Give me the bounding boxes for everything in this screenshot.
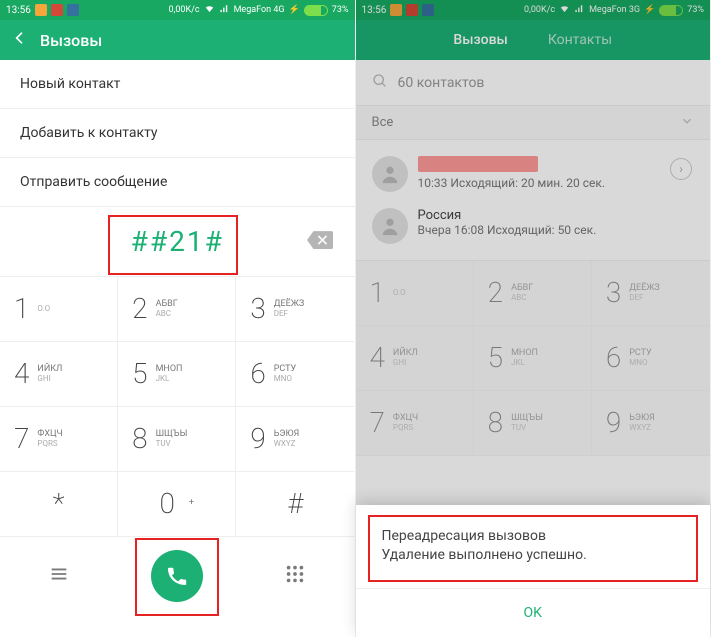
filter-label: Все <box>372 115 394 130</box>
back-icon[interactable] <box>12 30 28 50</box>
dialog: Переадресация вызовов Удаление выполнено… <box>356 505 711 637</box>
call-country: Россия <box>418 208 597 223</box>
redacted-name <box>418 156 538 172</box>
avatar-icon <box>372 208 408 244</box>
search-icon <box>372 73 388 93</box>
signal-icon <box>219 3 230 17</box>
tab-calls[interactable]: Вызовы <box>453 32 507 48</box>
key-1[interactable]: 1O.O <box>0 277 118 342</box>
signal-icon <box>574 3 585 17</box>
info-icon[interactable]: › <box>670 158 692 180</box>
call-info: 10:33 Исходящий: 20 мин. 20 сек. <box>418 176 606 190</box>
key-8[interactable]: 8ШЩЪЫTUV <box>118 407 236 472</box>
key-1[interactable]: 1O.O <box>356 261 474 326</box>
key-8[interactable]: 8ШЩЪЫTUV <box>474 391 592 456</box>
keypad: 1O.O 2АБВГABC 3ДЕЁЖЗDEF 4ИЙКЛGHI 5МНОПJK… <box>0 276 355 537</box>
status-time: 13:56 <box>6 5 31 16</box>
action-add-to-contact[interactable]: Добавить к контакту <box>0 109 355 158</box>
dial-display: ##21# <box>0 207 355 276</box>
notif-icon <box>35 4 47 16</box>
key-star[interactable]: * <box>0 472 118 537</box>
annotation-box <box>108 215 238 275</box>
key-7[interactable]: 7ФХЦЧPQRS <box>0 407 118 472</box>
battery-icon <box>659 5 683 16</box>
key-2[interactable]: 2АБВГABC <box>118 277 236 342</box>
status-carrier: MegaFon 3G <box>589 5 640 15</box>
key-3[interactable]: 3ДЕЁЖЗDEF <box>236 277 354 342</box>
action-new-contact[interactable]: Новый контакт <box>0 60 355 109</box>
chevron-down-icon <box>680 114 694 132</box>
key-6[interactable]: 6РСТУMNO <box>236 342 354 407</box>
key-4[interactable]: 4ИЙКЛGHI <box>356 326 474 391</box>
call-log: 10:33 Исходящий: 20 мин. 20 сек. › Росси… <box>356 140 711 260</box>
search-row[interactable]: 60 контактов <box>356 60 711 106</box>
dialog-ok-button[interactable]: OK <box>356 588 711 637</box>
status-battery: 73% <box>332 5 349 15</box>
key-9[interactable]: 9ЬЭЮЯWXYZ <box>236 407 354 472</box>
dialpad-icon[interactable] <box>284 563 306 589</box>
backspace-icon[interactable] <box>307 231 333 253</box>
annotation-box <box>368 515 699 582</box>
filter-row[interactable]: Все <box>356 106 711 140</box>
bottom-bar <box>0 537 355 615</box>
key-hash[interactable]: # <box>236 472 354 537</box>
charging-icon: ⚡ <box>289 5 300 15</box>
status-bar: 13:56 0,00K/c MegaFon 3G ⚡ 73% <box>356 0 711 20</box>
call-log-item[interactable]: Россия Вчера 16:08 Исходящий: 50 сек. <box>368 200 699 252</box>
key-0[interactable]: 0+ <box>118 472 236 537</box>
gmail-icon <box>406 4 418 16</box>
key-6[interactable]: 6РСТУMNO <box>592 326 710 391</box>
wifi-icon <box>559 3 570 17</box>
avatar-icon <box>372 156 408 192</box>
notif-icon <box>390 4 402 16</box>
tab-contacts[interactable]: Контакты <box>548 32 612 48</box>
keypad: 1O.O 2АБВГABC 3ДЕЁЖЗDEF 4ИЙКЛGHI 5МНОПJK… <box>356 260 711 456</box>
status-speed: 0,00K/c <box>524 5 555 15</box>
header-title: Вызовы <box>40 31 102 50</box>
gmail-icon <box>51 4 63 16</box>
header: Вызовы <box>0 20 355 60</box>
screen-dialer: 13:56 0,00K/c MegaFon 4G ⚡ 73% Вызовы Но… <box>0 0 356 637</box>
action-send-message[interactable]: Отправить сообщение <box>0 158 355 207</box>
screen-call-log: 13:56 0,00K/c MegaFon 3G ⚡ 73% Вызовы Ко… <box>356 0 711 637</box>
charging-icon: ⚡ <box>644 5 655 15</box>
key-5[interactable]: 5МНОПJKL <box>118 342 236 407</box>
call-info: Вчера 16:08 Исходящий: 50 сек. <box>418 223 597 237</box>
call-log-item[interactable]: 10:33 Исходящий: 20 мин. 20 сек. › <box>368 148 699 200</box>
vk-icon <box>67 4 79 16</box>
battery-icon <box>304 5 328 16</box>
status-carrier: MegaFon 4G <box>234 5 285 15</box>
menu-icon[interactable] <box>48 563 70 589</box>
status-speed: 0,00K/c <box>169 5 200 15</box>
key-9[interactable]: 9ЬЭЮЯWXYZ <box>592 391 710 456</box>
annotation-box <box>135 538 219 616</box>
status-bar: 13:56 0,00K/c MegaFon 4G ⚡ 73% <box>0 0 355 20</box>
key-7[interactable]: 7ФХЦЧPQRS <box>356 391 474 456</box>
key-2[interactable]: 2АБВГABC <box>474 261 592 326</box>
search-text: 60 контактов <box>398 75 485 91</box>
wifi-icon <box>204 3 215 17</box>
key-3[interactable]: 3ДЕЁЖЗDEF <box>592 261 710 326</box>
key-5[interactable]: 5МНОПJKL <box>474 326 592 391</box>
tabs: Вызовы Контакты <box>356 20 711 60</box>
status-battery: 73% <box>687 5 704 15</box>
key-4[interactable]: 4ИЙКЛGHI <box>0 342 118 407</box>
vk-icon <box>422 4 434 16</box>
status-time: 13:56 <box>362 5 387 16</box>
